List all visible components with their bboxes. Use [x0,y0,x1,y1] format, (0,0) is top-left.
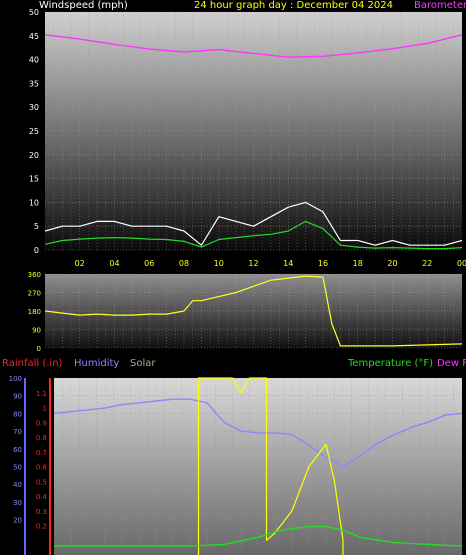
wind-y-tick-label: 25 [29,127,39,136]
rain-y-tick-label: 0.2 [36,523,47,531]
wind-x-tick-label: 22 [422,259,432,268]
wind-x-tick-label: 12 [248,259,258,268]
rain-y-tick-label: 0.8 [36,434,47,442]
humidity-y-tick-label: 100 [9,375,22,383]
wind-x-tick-label: 08 [179,259,189,268]
direction-y-tick-label: 0 [37,345,41,353]
wind-y-tick-label: 10 [29,198,39,207]
direction-y-tick-label: 180 [28,308,41,316]
wind-y-tick-label: 0 [34,246,39,255]
wind-y-tick-label: 40 [29,56,39,65]
wind-y-tick-label: 5 [34,222,39,231]
rain-y-tick-label: 0.7 [36,449,47,457]
direction-y-tick-label: 360 [28,271,41,279]
wind-y-tick-label: 30 [29,103,39,112]
wind-x-tick-label: 14 [283,259,293,268]
weather-charts: 0510152025303540455002 04 06 08 10 12 14 16 18 20… [9,8,466,555]
wind-x-tick-label: 20 [387,259,397,268]
wind-x-tick-label: 06 [144,259,154,268]
wind-x-tick-label: 00 [457,259,466,268]
wind-y-tick-label: 35 [29,79,39,88]
wind-x-tick-label: 04 [109,259,119,268]
humidity-y-tick-label: 40 [13,481,22,489]
rain-y-tick-label: 0.5 [36,478,47,486]
humidity-y-tick-label: 90 [13,393,22,401]
rain-y-tick-label: 0.3 [36,508,47,516]
humidity-y-tick-label: 20 [13,517,22,525]
wind-y-tick-label: 50 [29,8,39,17]
humidity-y-tick-label: 60 [13,446,22,454]
humidity-y-tick-label: 70 [13,428,22,436]
rain-y-tick-label: 0.6 [36,464,48,472]
wind-x-tick-label: 16 [318,259,328,268]
rain-y-tick-label: 0.9 [36,419,47,427]
rain-y-tick-label: 0.4 [36,493,48,501]
wind-x-tick-label: 18 [353,259,363,268]
wind-x-tick-label: 10 [214,259,224,268]
humidity-y-tick-label: 30 [13,499,22,507]
wind-y-tick-label: 20 [29,151,39,160]
rain-y-tick-label: 1.1 [36,390,47,398]
humidity-y-tick-label: 50 [13,464,22,472]
wind-x-tick-label: 02 [75,259,85,268]
wind-y-tick-label: 45 [29,32,39,41]
wind-y-tick-label: 15 [29,175,39,184]
direction-y-tick-label: 270 [28,290,41,298]
direction-y-tick-label: 90 [32,327,41,335]
humidity-y-tick-label: 80 [13,410,22,418]
rain-y-tick-label: 1 [43,405,47,413]
